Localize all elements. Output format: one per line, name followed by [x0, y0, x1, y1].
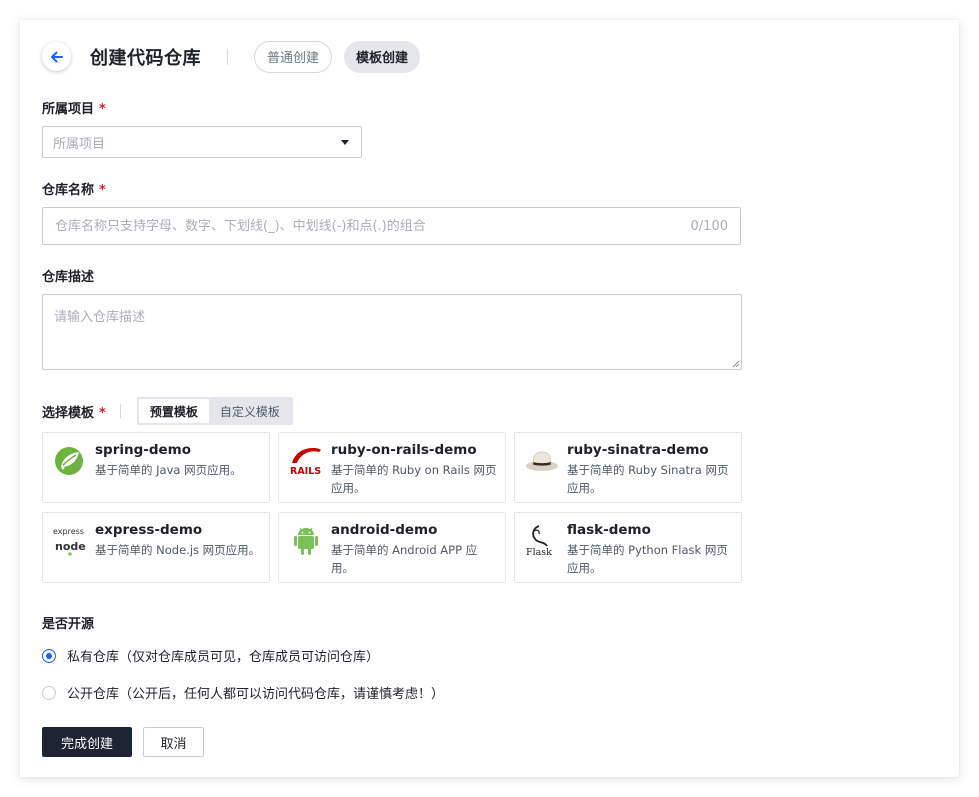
- visibility-label: 是否开源: [42, 617, 95, 632]
- template-divider: [119, 404, 121, 418]
- char-counter: 0/100: [690, 218, 728, 234]
- description-label: 仓库描述: [42, 270, 95, 285]
- express-node-icon: express node: [53, 527, 86, 556]
- header-divider: [227, 48, 228, 65]
- project-label: 所属项目 *: [42, 102, 106, 117]
- page-header: 创建代码仓库 普通创建 模板创建: [42, 40, 421, 73]
- radio-button[interactable]: [42, 685, 56, 700]
- radio-button[interactable]: [42, 648, 56, 663]
- template-selector-row: 选择模板 * 预置模板 自定义模板: [42, 397, 293, 425]
- template-desc: 基于简单的 Android APP 应用。: [331, 543, 478, 575]
- template-card-ruby-on-rails-demo[interactable]: RAILS ruby-on-rails-demo 基于简单的 Ruby on R…: [278, 432, 506, 503]
- flask-icon: Flask: [526, 525, 552, 557]
- required-mark: *: [99, 405, 106, 421]
- back-button[interactable]: [42, 42, 71, 71]
- required-mark: *: [99, 183, 106, 198]
- radio-label: 私有仓库（仅对仓库成员可见，仓库成员可访问仓库）: [67, 650, 380, 665]
- tab-custom-templates[interactable]: 自定义模板: [209, 399, 291, 423]
- template-name: ruby-on-rails-demo: [331, 442, 477, 458]
- radio-label: 公开仓库（公开后，任何人都可以访问代码仓库，请谨慎考虑！）: [67, 687, 445, 702]
- template-label: 选择模板 *: [42, 405, 106, 421]
- template-card-express-demo[interactable]: express node express-demo 基于简单的 Node.js …: [42, 512, 270, 583]
- template-name: android-demo: [331, 522, 438, 538]
- cancel-button[interactable]: 取消: [143, 727, 204, 757]
- template-card-ruby-sinatra-demo[interactable]: ruby-sinatra-demo 基于简单的 Ruby Sinatra 网页应…: [514, 432, 742, 503]
- page-title: 创建代码仓库: [90, 47, 201, 69]
- node-logo-text: node: [55, 540, 86, 553]
- template-source-tabs: 预置模板 自定义模板: [136, 397, 293, 425]
- radio-private-repo[interactable]: 私有仓库（仅对仓库成员可见，仓库成员可访问仓库）: [42, 646, 379, 665]
- template-desc: 基于简单的 Java 网页应用。: [95, 463, 242, 477]
- rails-logo-text: RAILS: [290, 466, 321, 477]
- arrow-left-icon: [50, 51, 63, 62]
- required-mark: *: [99, 102, 106, 117]
- repo-name-input[interactable]: [55, 218, 691, 234]
- template-name: express-demo: [95, 522, 203, 538]
- repo-name-label: 仓库名称 *: [42, 183, 106, 198]
- tab-normal-create[interactable]: 普通创建: [254, 40, 333, 73]
- resize-grip-icon[interactable]: [732, 360, 740, 368]
- submit-create-button[interactable]: 完成创建: [42, 727, 132, 757]
- caret-down-icon: [341, 140, 349, 145]
- express-logo-text: express: [53, 527, 84, 536]
- template-desc: 基于简单的 Python Flask 网页应用。: [567, 543, 728, 575]
- template-card-flask-demo[interactable]: Flask flask-demo 基于简单的 Python Flask 网页应用…: [514, 512, 742, 583]
- template-name: flask-demo: [567, 522, 651, 538]
- sinatra-hat-icon: [526, 451, 558, 471]
- template-desc: 基于简单的 Ruby on Rails 网页应用。: [331, 463, 497, 495]
- template-desc: 基于简单的 Ruby Sinatra 网页应用。: [567, 463, 729, 495]
- radio-public-repo[interactable]: 公开仓库（公开后，任何人都可以访问代码仓库，请谨慎考虑！）: [42, 683, 444, 702]
- project-select-placeholder: 所属项目: [53, 136, 106, 152]
- project-select[interactable]: 所属项目: [42, 126, 362, 158]
- spring-icon: [55, 447, 83, 475]
- android-icon: [294, 527, 318, 555]
- template-name: spring-demo: [95, 442, 192, 458]
- template-desc: 基于简单的 Node.js 网页应用。: [95, 543, 261, 557]
- template-card-spring-demo[interactable]: spring-demo 基于简单的 Java 网页应用。: [42, 432, 270, 503]
- template-name: ruby-sinatra-demo: [567, 442, 709, 458]
- flask-logo-text: Flask: [526, 547, 552, 557]
- tab-preset-templates[interactable]: 预置模板: [138, 399, 209, 423]
- repo-name-field: 0/100: [42, 207, 741, 245]
- rails-icon: RAILS: [290, 448, 321, 477]
- tab-template-create[interactable]: 模板创建: [344, 40, 421, 73]
- template-card-android-demo[interactable]: android-demo 基于简单的 Android APP 应用。: [278, 512, 506, 583]
- description-textarea[interactable]: [42, 294, 742, 370]
- create-repo-panel: 创建代码仓库 普通创建 模板创建 所属项目* 所属项目 仓库名称* 0/100 …: [20, 20, 959, 777]
